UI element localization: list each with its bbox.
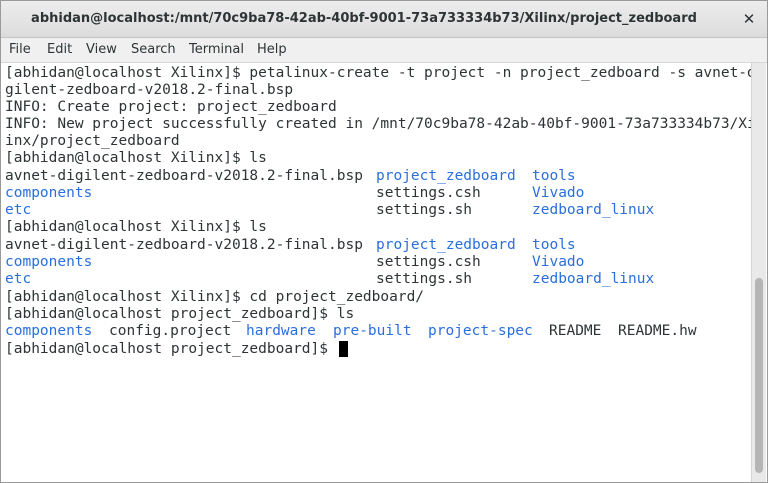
ls-directory: Vivado: [532, 185, 585, 201]
prompt-text: [abhidan@localhost project_zedboard]$: [5, 341, 337, 357]
ls-directory: components: [5, 323, 93, 339]
terminal-line: inx/project_zedboard: [5, 133, 180, 149]
ls-directory: zedboard_linux: [532, 271, 655, 287]
ls-directory: project_zedboard: [376, 237, 516, 253]
ls-file: config.project: [109, 323, 232, 339]
vertical-scrollbar[interactable]: [751, 63, 766, 482]
ls-file: settings.sh: [376, 271, 473, 287]
ls-row: components settings.csh Vivado: [5, 254, 584, 271]
ls-directory: Vivado: [532, 254, 585, 270]
ls-file: avnet-digilent-zedboard-v2018.2-final.bs…: [5, 237, 363, 253]
terminal-line: INFO: New project successfully created i…: [5, 116, 753, 132]
window-title: abhidan@localhost:/mnt/70c9ba78-42ab-40b…: [31, 11, 697, 26]
ls-directory: zedboard_linux: [532, 202, 655, 218]
menu-help[interactable]: Help: [257, 42, 287, 57]
ls-row: components settings.csh Vivado: [5, 185, 584, 202]
terminal-line: INFO: Create project: project_zedboard: [5, 99, 337, 115]
terminal-output[interactable]: [abhidan@localhost Xilinx]$ petalinux-cr…: [1, 63, 753, 482]
scrollbar-thumb[interactable]: [755, 278, 763, 473]
terminal-line: [abhidan@localhost Xilinx]$ ls: [5, 219, 267, 235]
ls-directory: etc: [5, 271, 32, 287]
menu-search[interactable]: Search: [131, 42, 176, 57]
terminal-window: abhidan@localhost:/mnt/70c9ba78-42ab-40b…: [0, 0, 768, 483]
terminal-line: [abhidan@localhost Xilinx]$ cd project_z…: [5, 289, 425, 305]
ls-file: README.hw: [618, 323, 697, 339]
menu-view[interactable]: View: [86, 42, 117, 57]
terminal-line: [abhidan@localhost Xilinx]$ ls: [5, 150, 267, 166]
title-bar[interactable]: abhidan@localhost:/mnt/70c9ba78-42ab-40b…: [1, 1, 767, 38]
ls-directory: components: [5, 185, 93, 201]
ls-directory: project_zedboard: [376, 168, 516, 184]
ls-directory: components: [5, 254, 93, 270]
ls-directory: tools: [532, 237, 576, 253]
ls-row: avnet-digilent-zedboard-v2018.2-final.bs…: [5, 168, 576, 185]
ls-directory: tools: [532, 168, 576, 184]
ls-directory: etc: [5, 202, 32, 218]
ls-file: settings.csh: [376, 185, 481, 201]
ls-file: avnet-digilent-zedboard-v2018.2-final.bs…: [5, 168, 363, 184]
menu-terminal[interactable]: Terminal: [189, 42, 244, 57]
terminal-line: [abhidan@localhost project_zedboard]$ ls: [5, 306, 355, 322]
ls-row: components config.project hardware pre-b…: [5, 323, 697, 340]
ls-file: settings.csh: [376, 254, 481, 270]
ls-row: etc settings.sh zedboard_linux: [5, 202, 654, 219]
ls-file: README: [549, 323, 602, 339]
ls-directory: pre-built: [333, 323, 412, 339]
menu-bar: File Edit View Search Terminal Help: [1, 38, 767, 63]
terminal-line: gilent-zedboard-v2018.2-final.bsp: [5, 82, 294, 98]
terminal-line: [abhidan@localhost Xilinx]$ petalinux-cr…: [5, 65, 753, 81]
ls-directory: project-spec: [428, 323, 533, 339]
ls-directory: hardware: [246, 323, 316, 339]
menu-file[interactable]: File: [9, 42, 31, 57]
ls-file: settings.sh: [376, 202, 473, 218]
ls-row: avnet-digilent-zedboard-v2018.2-final.bs…: [5, 237, 576, 254]
prompt-line: [abhidan@localhost project_zedboard]$: [5, 341, 348, 358]
ls-row: etc settings.sh zedboard_linux: [5, 271, 654, 288]
menu-edit[interactable]: Edit: [47, 42, 72, 57]
text-cursor: [338, 341, 348, 357]
close-icon[interactable]: ✕: [741, 11, 757, 27]
